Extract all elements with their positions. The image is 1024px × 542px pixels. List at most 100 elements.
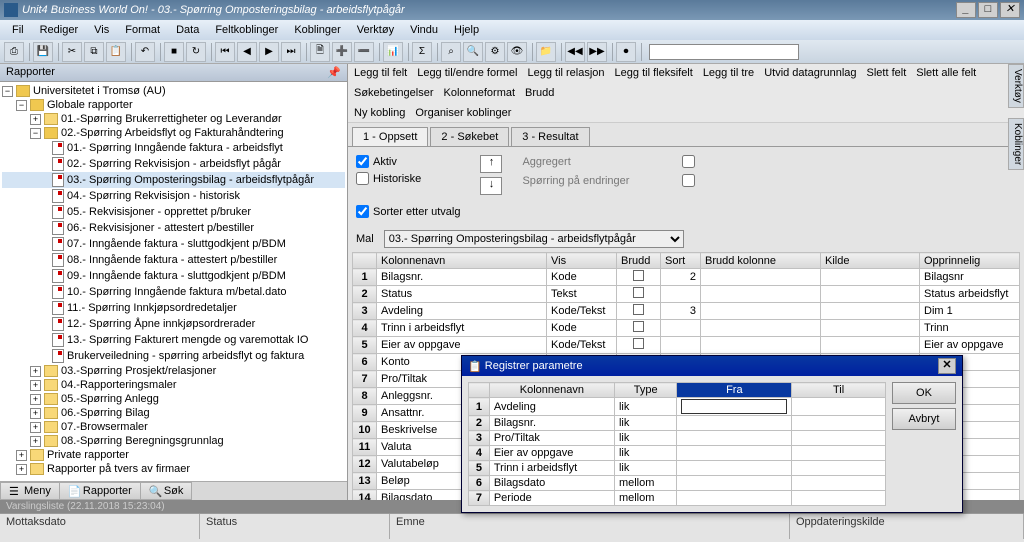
- tree-globale[interactable]: −Globale rapporter: [2, 98, 345, 112]
- grid-row[interactable]: 2StatusTekstStatus arbeidsflyt: [353, 286, 1020, 303]
- undo-icon[interactable]: ↶: [135, 42, 155, 62]
- dh-navn[interactable]: Kolonnenavn: [489, 383, 614, 398]
- tree-report-2[interactable]: 02.- Spørring Rekvisisjon - arbeidsflyt …: [2, 156, 345, 172]
- dialog-row[interactable]: 5Trinn i arbeidsflytlik: [469, 461, 886, 476]
- tree-root[interactable]: −Universitetet i Tromsø (AU): [2, 84, 345, 98]
- folder-icon[interactable]: 📁: [536, 42, 556, 62]
- mal-select[interactable]: 03.- Spørring Omposteringsbilag - arbeid…: [384, 230, 684, 248]
- tree-report-8[interactable]: 08.- Inngående faktura - attestert p/bes…: [2, 252, 345, 268]
- move-down-button[interactable]: ↓: [480, 177, 502, 195]
- zoom-icon[interactable]: 🔍: [463, 42, 483, 62]
- tree-f04[interactable]: +04.-Rapporteringsmaler: [2, 378, 345, 392]
- menu-verktoy[interactable]: Verktøy: [349, 22, 402, 38]
- stop-icon[interactable]: ■: [164, 42, 184, 62]
- tab-oppsett[interactable]: 1 - Oppsett: [352, 127, 428, 146]
- rt-kolformat[interactable]: Kolonneformat: [442, 86, 518, 100]
- filter-icon[interactable]: ⌕: [441, 42, 461, 62]
- tree-report-1[interactable]: 01.- Spørring Inngående faktura - arbeid…: [2, 140, 345, 156]
- report-tree[interactable]: −Universitetet i Tromsø (AU) −Globale ra…: [0, 82, 347, 481]
- tree-report-4[interactable]: 04.- Spørring Rekvisisjon - historisk: [2, 188, 345, 204]
- tree-f02[interactable]: −02.-Spørring Arbeidsflyt og Fakturahånd…: [2, 126, 345, 140]
- tree-report-7[interactable]: 07.- Inngående faktura - sluttgodkjent p…: [2, 236, 345, 252]
- tree-report-12[interactable]: 12.- Spørring Åpne innkjøpsordrerader: [2, 316, 345, 332]
- dialog-grid[interactable]: Kolonnenavn Type Fra Til 1Avdelinglik2Bi…: [468, 382, 886, 506]
- rt-legg-fleksi[interactable]: Legg til fleksifelt: [613, 66, 695, 80]
- dialog-avbryt-button[interactable]: Avbryt: [892, 408, 956, 430]
- maximize-button[interactable]: □: [978, 2, 998, 18]
- back-icon[interactable]: ◀◀: [565, 42, 585, 62]
- dialog-row[interactable]: 3Pro/Tiltaklik: [469, 431, 886, 446]
- menu-fil[interactable]: Fil: [4, 22, 32, 38]
- first-icon[interactable]: ⏮: [215, 42, 235, 62]
- doc-icon[interactable]: 🗎: [310, 42, 330, 62]
- tree-report-14[interactable]: Brukerveiledning - spørring arbeidsflyt …: [2, 348, 345, 364]
- menu-vis[interactable]: Vis: [86, 22, 117, 38]
- dh-fra[interactable]: Fra: [677, 383, 792, 398]
- tree-report-10[interactable]: 10.- Spørring Inngående faktura m/betal.…: [2, 284, 345, 300]
- rt-slett-alle[interactable]: Slett alle felt: [914, 66, 978, 80]
- grid-h-kilde[interactable]: Kilde: [821, 253, 920, 269]
- dh-type[interactable]: Type: [614, 383, 677, 398]
- tree-f08[interactable]: +08.-Spørring Beregningsgrunnlag: [2, 434, 345, 448]
- menu-rediger[interactable]: Rediger: [32, 22, 87, 38]
- menu-koblinger[interactable]: Koblinger: [286, 22, 348, 38]
- cut-icon[interactable]: ✂: [62, 42, 82, 62]
- tree-report-13[interactable]: 13.- Spørring Fakturert mengde og varemo…: [2, 332, 345, 348]
- next-icon[interactable]: ▶: [259, 42, 279, 62]
- rt-sokebet[interactable]: Søkebetingelser: [352, 86, 436, 100]
- grid-h-bruddk[interactable]: Brudd kolonne: [701, 253, 821, 269]
- copy-icon[interactable]: ⧉: [84, 42, 104, 62]
- menu-vindu[interactable]: Vindu: [402, 22, 446, 38]
- rt-ny-kobling[interactable]: Ny kobling: [352, 106, 407, 120]
- tree-report-5[interactable]: 05.- Rekvisisjoner - opprettet p/bruker: [2, 204, 345, 220]
- grid-h-sort[interactable]: Sort: [661, 253, 701, 269]
- dialog-row[interactable]: 4Eier av oppgavelik: [469, 446, 886, 461]
- aktiv-checkbox[interactable]: Aktiv: [356, 155, 460, 168]
- move-up-button[interactable]: ↑: [480, 155, 502, 173]
- dialog-row[interactable]: 7Periodemellom: [469, 491, 886, 506]
- sorter-checkbox[interactable]: Sorter etter utvalg: [356, 205, 460, 218]
- save-icon[interactable]: 💾: [33, 42, 53, 62]
- grid-row[interactable]: 4Trinn i arbeidsflytKodeTrinn: [353, 320, 1020, 337]
- side-tab-koblinger[interactable]: Koblinger: [1008, 118, 1024, 170]
- tree-report-11[interactable]: 11.- Spørring Innkjøpsordredetaljer: [2, 300, 345, 316]
- menu-hjelp[interactable]: Hjelp: [446, 22, 487, 38]
- tree-report-6[interactable]: 06.- Rekvisisjoner - attestert p/bestill…: [2, 220, 345, 236]
- grid-row[interactable]: 3AvdelingKode/Tekst3Dim 1: [353, 303, 1020, 320]
- del-row-icon[interactable]: ➖: [354, 42, 374, 62]
- dialog-row[interactable]: 6Bilagsdatomellom: [469, 476, 886, 491]
- side-tab-verktoy[interactable]: Verktøy: [1008, 64, 1024, 108]
- tree-tvers[interactable]: +Rapporter på tvers av firmaer: [2, 462, 345, 476]
- tree-f03[interactable]: +03.-Spørring Prosjekt/relasjoner: [2, 364, 345, 378]
- tree-f01[interactable]: +01.-Spørring Brukerrettigheter og Lever…: [2, 112, 345, 126]
- tree-report-9[interactable]: 09.- Inngående faktura - sluttgodkjent p…: [2, 268, 345, 284]
- last-icon[interactable]: ⏭: [281, 42, 301, 62]
- tab-meny[interactable]: ☰Meny: [0, 482, 60, 500]
- dialog-row[interactable]: 1Avdelinglik: [469, 398, 886, 416]
- fwd-icon[interactable]: ▶▶: [587, 42, 607, 62]
- tab-sokebet[interactable]: 2 - Søkebet: [430, 127, 509, 146]
- menu-feltkoblinger[interactable]: Feltkoblinger: [207, 22, 286, 38]
- dialog-row[interactable]: 2Bilagsnr.lik: [469, 416, 886, 431]
- tab-resultat[interactable]: 3 - Resultat: [511, 127, 589, 146]
- grid-h-brudd[interactable]: Brudd: [617, 253, 661, 269]
- toolbar-search-input[interactable]: [649, 44, 799, 60]
- tree-f05[interactable]: +05.-Spørring Anlegg: [2, 392, 345, 406]
- paste-icon[interactable]: 📋: [106, 42, 126, 62]
- menu-data[interactable]: Data: [168, 22, 207, 38]
- tab-sok[interactable]: 🔍Søk: [140, 482, 193, 500]
- grid-h-vis[interactable]: Vis: [547, 253, 617, 269]
- rt-slett-felt[interactable]: Slett felt: [865, 66, 909, 80]
- gear-icon[interactable]: ⚙: [485, 42, 505, 62]
- tree-f07[interactable]: +07.-Browsermaler: [2, 420, 345, 434]
- rt-legg-formel[interactable]: Legg til/endre formel: [415, 66, 519, 80]
- grid-h-navn[interactable]: Kolonnenavn: [377, 253, 547, 269]
- dh-til[interactable]: Til: [792, 383, 886, 398]
- sum-icon[interactable]: Σ: [412, 42, 432, 62]
- close-button[interactable]: ✕: [1000, 2, 1020, 18]
- tab-rapporter[interactable]: 📄Rapporter: [59, 482, 141, 500]
- rt-legg-relasjon[interactable]: Legg til relasjon: [525, 66, 606, 80]
- rt-legg-felt[interactable]: Legg til felt: [352, 66, 409, 80]
- menu-format[interactable]: Format: [117, 22, 168, 38]
- grid-row[interactable]: 5Eier av oppgaveKode/TekstEier av oppgav…: [353, 337, 1020, 354]
